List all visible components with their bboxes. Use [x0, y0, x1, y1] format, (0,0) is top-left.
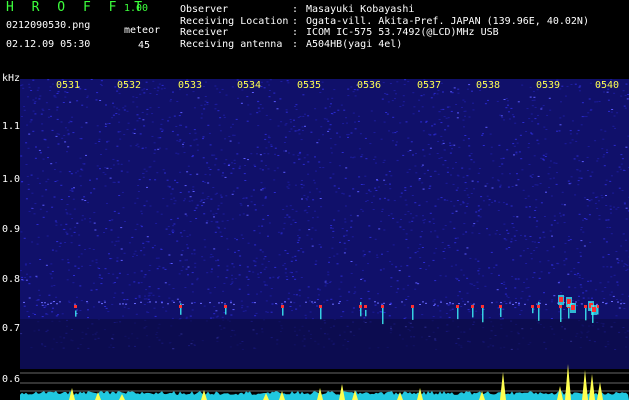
info-row-observer: Observer: Masayuki Kobayashi — [180, 4, 415, 15]
time-tick-label: 0540 — [595, 80, 620, 91]
app-version: 1.00 — [124, 3, 149, 14]
header-panel: H R O F F T 1.00 0212090530.png 02.12.09… — [0, 0, 629, 78]
time-tick-label: 0539 — [536, 80, 561, 91]
info-value: Masayuki Kobayashi — [306, 4, 415, 15]
info-row-antenna: Receiving antenna: A504HB(yagi 4el) — [180, 38, 403, 50]
time-tick-label: 0532 — [117, 80, 142, 91]
info-row-receiver: Receiver: ICOM IC-575 53.7492(@LCD)MHz U… — [180, 27, 499, 38]
spectrogram — [20, 79, 629, 400]
info-label: Observer — [180, 4, 229, 15]
time-tick-label: 0531 — [56, 80, 81, 91]
time-tick-label: 0533 — [178, 80, 203, 91]
y-tick-label: 1.0 — [2, 174, 21, 185]
station-info: Observer: Masayuki Kobayashi Receiving L… — [180, 4, 589, 50]
y-tick-label: 0.6 — [2, 374, 21, 385]
y-tick-label: 0.7 — [2, 323, 21, 334]
time-tick-label: 0537 — [417, 80, 442, 91]
info-row-location: Receiving Location: Ogata-vill. Akita-Pr… — [180, 15, 589, 27]
y-tick-label: 1.1 — [2, 121, 21, 132]
time-tick-label: 0536 — [357, 80, 382, 91]
y-tick-label: 0.9 — [2, 224, 21, 235]
info-value: ICOM IC-575 53.7492(@LCD)MHz USB — [306, 27, 499, 38]
info-label: Receiving Location — [180, 15, 289, 27]
y-tick-label: 0.8 — [2, 274, 21, 285]
info-value: A504HB(yagi 4el) — [306, 38, 403, 50]
info-label: Receiving antenna — [180, 38, 283, 50]
info-label: Receiver — [180, 27, 229, 38]
y-axis: 1.1 1.0 0.9 0.8 0.7 0.6 — [0, 79, 20, 400]
meteor-count: 45 — [138, 40, 151, 51]
file-datetime: 02.12.09 05:30 — [6, 39, 91, 50]
time-tick-label: 0538 — [476, 80, 501, 91]
info-value: Ogata-vill. Akita-Pref. JAPAN (139.96E, … — [306, 15, 589, 27]
time-tick-label: 0535 — [297, 80, 322, 91]
file-name: 0212090530.png — [6, 20, 91, 31]
spectrogram-canvas — [20, 79, 629, 400]
time-tick-label: 0534 — [237, 80, 262, 91]
meteor-label: meteor — [124, 25, 161, 36]
